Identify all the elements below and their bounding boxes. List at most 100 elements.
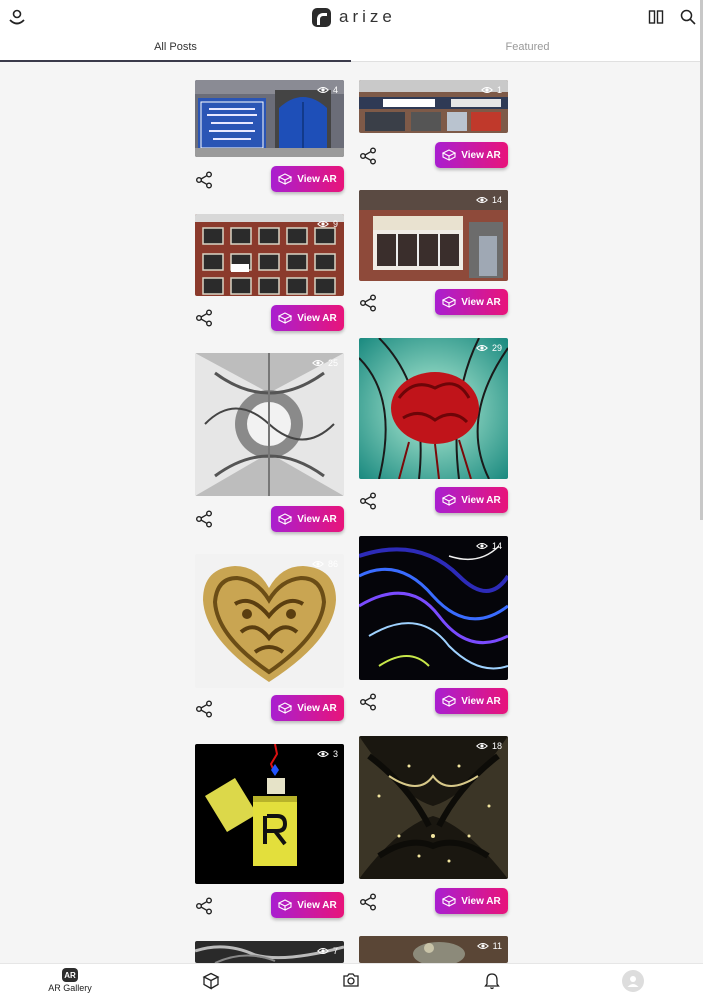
view-count-value: 25 <box>327 358 338 368</box>
post-image[interactable]: 4 <box>195 80 344 157</box>
camera-icon <box>343 973 359 987</box>
cube-icon <box>278 513 293 525</box>
view-count: 14 <box>476 195 502 205</box>
tab-all-posts[interactable]: All Posts <box>0 36 351 62</box>
tab-featured[interactable]: Featured <box>352 36 703 62</box>
view-ar-button[interactable]: View AR <box>271 892 344 918</box>
view-count-value: 9 <box>332 219 338 229</box>
search-icon[interactable] <box>677 6 699 28</box>
view-ar-label: View AR <box>461 296 501 308</box>
eye-icon <box>317 221 329 227</box>
share-icon[interactable] <box>359 294 377 312</box>
view-ar-button[interactable]: View AR <box>271 506 344 532</box>
view-count: 1 <box>481 85 502 95</box>
view-ar-label: View AR <box>297 312 337 324</box>
cube-icon <box>278 702 293 714</box>
eye-icon <box>481 87 493 93</box>
eye-icon <box>317 751 329 757</box>
view-ar-label: View AR <box>461 149 501 161</box>
cube-icon <box>278 173 293 185</box>
avatar-icon <box>622 970 644 992</box>
post-image[interactable]: 7 <box>195 941 344 963</box>
eye-icon <box>476 943 489 949</box>
view-count-value: 4 <box>332 85 338 95</box>
view-ar-button[interactable]: View AR <box>435 142 508 168</box>
view-ar-button[interactable]: View AR <box>435 289 508 315</box>
share-icon[interactable] <box>195 897 213 915</box>
post-image[interactable]: 11 <box>359 936 508 963</box>
nav-cube[interactable] <box>176 972 246 990</box>
share-icon[interactable] <box>195 510 213 528</box>
view-ar-label: View AR <box>297 899 337 911</box>
share-icon[interactable] <box>195 171 213 189</box>
view-count: 4 <box>317 85 338 95</box>
cube-icon <box>442 494 457 506</box>
view-count-value: 1 <box>496 85 502 95</box>
logo-mark-icon <box>312 7 331 27</box>
eye-icon <box>312 360 324 366</box>
view-count-value: 3 <box>332 749 338 759</box>
view-count: 25 <box>312 358 338 368</box>
view-ar-button[interactable]: View AR <box>435 688 508 714</box>
view-count-value: 14 <box>491 195 502 205</box>
view-count-value: 11 <box>492 941 502 951</box>
post-image[interactable]: 14 <box>359 536 508 680</box>
view-ar-label: View AR <box>297 513 337 525</box>
post-image[interactable]: 29 <box>359 338 508 479</box>
bell-icon <box>484 973 500 990</box>
post-image[interactable]: 14 <box>359 190 508 281</box>
nav-camera[interactable] <box>316 972 386 988</box>
layout-columns-icon[interactable] <box>645 6 667 28</box>
post-image[interactable]: 18 <box>359 736 508 879</box>
app-logo[interactable]: arize <box>312 6 396 28</box>
cube-icon <box>202 972 220 990</box>
share-icon[interactable] <box>195 309 213 327</box>
eye-icon <box>476 743 488 749</box>
post-image[interactable]: 25 <box>195 353 344 496</box>
eye-icon <box>476 345 488 351</box>
view-count: 9 <box>317 219 338 229</box>
nav-notifications[interactable] <box>457 972 527 990</box>
post-image[interactable]: 9 <box>195 214 344 296</box>
view-count-value: 29 <box>491 343 502 353</box>
view-ar-label: View AR <box>461 895 501 907</box>
cube-icon <box>278 899 293 911</box>
view-ar-label: View AR <box>461 494 501 506</box>
top-bar: arize <box>0 0 703 36</box>
nav-ar-gallery[interactable]: AR AR Gallery <box>35 968 105 993</box>
share-icon[interactable] <box>359 492 377 510</box>
view-ar-button[interactable]: View AR <box>435 487 508 513</box>
view-ar-button[interactable]: View AR <box>435 888 508 914</box>
cube-icon <box>442 296 457 308</box>
brand-name: arize <box>339 7 396 26</box>
eye-icon <box>476 543 488 549</box>
view-count-value: 7 <box>332 946 338 956</box>
view-ar-label: View AR <box>297 702 337 714</box>
view-count: 18 <box>476 741 502 751</box>
post-image[interactable]: 3 <box>195 744 344 884</box>
view-count: 7 <box>317 946 338 956</box>
eye-icon <box>317 948 329 954</box>
post-image[interactable]: 86 <box>195 554 344 688</box>
view-count: 86 <box>312 559 338 569</box>
view-ar-button[interactable]: View AR <box>271 695 344 721</box>
view-ar-button[interactable]: View AR <box>271 305 344 331</box>
post-image[interactable]: 1 <box>359 80 508 133</box>
eye-icon <box>312 561 324 567</box>
view-count: 3 <box>317 749 338 759</box>
share-icon[interactable] <box>195 700 213 718</box>
nav-profile[interactable] <box>598 970 668 992</box>
eye-icon <box>476 197 488 203</box>
view-ar-button[interactable]: View AR <box>271 166 344 192</box>
cube-icon <box>442 149 457 161</box>
cube-icon <box>278 312 293 324</box>
share-icon[interactable] <box>359 893 377 911</box>
share-icon[interactable] <box>359 147 377 165</box>
view-count: 14 <box>476 541 502 551</box>
view-count-value: 18 <box>491 741 502 751</box>
bottom-nav: AR AR Gallery <box>0 963 703 1000</box>
view-count: 11 <box>476 941 502 951</box>
share-icon[interactable] <box>359 693 377 711</box>
view-ar-label: View AR <box>461 695 501 707</box>
user-location-icon[interactable] <box>6 6 28 28</box>
